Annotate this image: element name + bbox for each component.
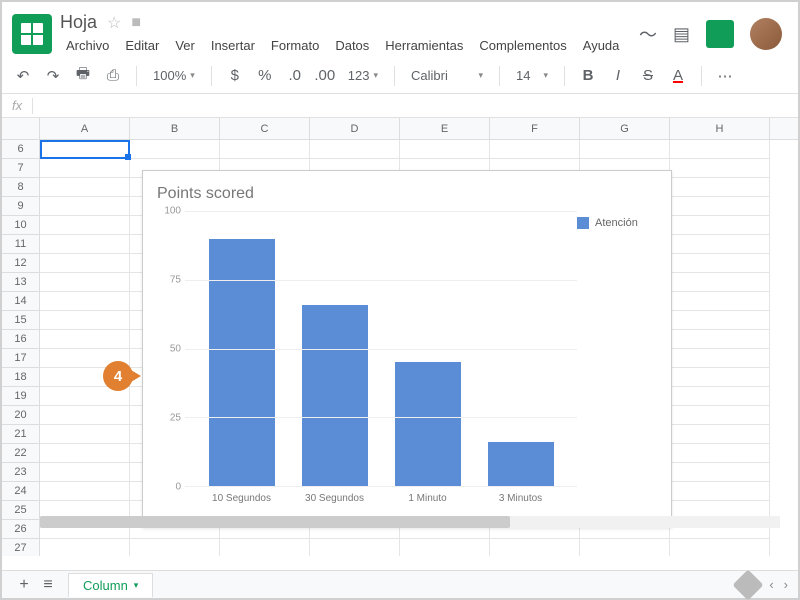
row-header-27[interactable]: 27 [2, 539, 39, 556]
add-sheet-button[interactable]: + [12, 576, 36, 594]
row-header-16[interactable]: 16 [2, 330, 39, 349]
number-format-select[interactable]: 123▾ [344, 68, 382, 83]
bold-button[interactable]: B [577, 65, 599, 87]
chart-bar [395, 362, 461, 486]
redo-button[interactable]: ↷ [42, 65, 64, 87]
more-button[interactable]: ⋯ [714, 65, 736, 87]
chart-bar [488, 442, 554, 486]
row-header-25[interactable]: 25 [2, 501, 39, 520]
row-header-14[interactable]: 14 [2, 292, 39, 311]
menu-ayuda[interactable]: Ayuda [577, 35, 626, 56]
undo-button[interactable]: ↶ [12, 65, 34, 87]
scroll-right-button[interactable]: › [784, 577, 788, 592]
col-header-B[interactable]: B [130, 118, 220, 139]
row-header-24[interactable]: 24 [2, 482, 39, 501]
currency-button[interactable]: $ [224, 65, 246, 87]
toolbar: ↶ ↷ 🖶 ⎙ 100%▾ $ % .0 .00 123▾ Calibri▾ 1… [2, 58, 798, 94]
legend-swatch [577, 217, 589, 229]
text-color-button[interactable]: A [667, 65, 689, 87]
scrollbar-thumb[interactable] [40, 516, 510, 528]
zoom-select[interactable]: 100%▾ [149, 68, 199, 83]
menu-editar[interactable]: Editar [119, 35, 165, 56]
menu-bar: Archivo Editar Ver Insertar Formato Dato… [60, 35, 639, 56]
all-sheets-button[interactable]: ≡ [36, 576, 60, 594]
font-select[interactable]: Calibri▾ [407, 68, 487, 83]
row-header-15[interactable]: 15 [2, 311, 39, 330]
col-header-A[interactable]: A [40, 118, 130, 139]
title-bar: Hoja ☆ ■ Archivo Editar Ver Insertar For… [2, 2, 798, 58]
row-headers: 6789101112131415161718192021222324252627 [2, 140, 40, 556]
activity-icon[interactable]: 〜 [639, 21, 657, 47]
formula-bar[interactable]: fx [2, 94, 798, 118]
col-header-E[interactable]: E [400, 118, 490, 139]
comment-icon[interactable]: ▤ [673, 24, 690, 45]
col-header-C[interactable]: C [220, 118, 310, 139]
decrease-decimal-button[interactable]: .0 [284, 65, 306, 87]
row-header-13[interactable]: 13 [2, 273, 39, 292]
menu-insertar[interactable]: Insertar [205, 35, 261, 56]
menu-complementos[interactable]: Complementos [473, 35, 572, 56]
italic-button[interactable]: I [607, 65, 629, 87]
row-header-22[interactable]: 22 [2, 444, 39, 463]
row-header-6[interactable]: 6 [2, 140, 39, 159]
col-header-G[interactable]: G [580, 118, 670, 139]
legend-label: Atención [595, 217, 638, 229]
column-headers: ABCDEFGH [2, 118, 798, 140]
print-button[interactable]: 🖶 [72, 65, 94, 87]
step-callout: 4 [103, 361, 133, 391]
share-button[interactable] [706, 20, 734, 48]
col-header-D[interactable]: D [310, 118, 400, 139]
font-size-select[interactable]: 14▾ [512, 68, 552, 83]
row-header-23[interactable]: 23 [2, 463, 39, 482]
sheet-tab[interactable]: Column▾ [68, 573, 153, 597]
paint-format-button[interactable]: ⎙ [102, 65, 124, 87]
select-all-corner[interactable] [2, 118, 40, 139]
folder-icon[interactable]: ■ [131, 14, 141, 32]
row-header-26[interactable]: 26 [2, 520, 39, 539]
chart[interactable]: Points scored 0255075100 10 Segundos30 S… [142, 170, 672, 528]
avatar[interactable] [750, 18, 782, 50]
row-header-9[interactable]: 9 [2, 197, 39, 216]
scroll-left-button[interactable]: ‹ [769, 577, 773, 592]
row-header-12[interactable]: 12 [2, 254, 39, 273]
chart-title: Points scored [157, 185, 657, 203]
col-header-F[interactable]: F [490, 118, 580, 139]
increase-decimal-button[interactable]: .00 [314, 65, 336, 87]
chart-plot: 0255075100 10 Segundos30 Segundos1 Minut… [157, 211, 577, 511]
doc-title[interactable]: Hoja [60, 12, 97, 33]
star-icon[interactable]: ☆ [107, 13, 121, 33]
spreadsheet-grid[interactable]: ABCDEFGH 6789101112131415161718192021222… [2, 118, 798, 556]
menu-herramientas[interactable]: Herramientas [379, 35, 469, 56]
chart-bar [302, 305, 368, 487]
row-header-10[interactable]: 10 [2, 216, 39, 235]
row-header-21[interactable]: 21 [2, 425, 39, 444]
row-header-8[interactable]: 8 [2, 178, 39, 197]
explore-button[interactable] [733, 569, 764, 600]
menu-ver[interactable]: Ver [169, 35, 201, 56]
menu-archivo[interactable]: Archivo [60, 35, 115, 56]
row-header-11[interactable]: 11 [2, 235, 39, 254]
col-header-H[interactable]: H [670, 118, 770, 139]
fx-label: fx [12, 98, 22, 113]
row-header-20[interactable]: 20 [2, 406, 39, 425]
row-header-17[interactable]: 17 [2, 349, 39, 368]
horizontal-scrollbar[interactable] [40, 516, 780, 528]
sheets-logo[interactable] [12, 14, 52, 54]
chart-bar [209, 239, 275, 487]
row-header-18[interactable]: 18 [2, 368, 39, 387]
row-header-7[interactable]: 7 [2, 159, 39, 178]
percent-button[interactable]: % [254, 65, 276, 87]
sheet-bar: + ≡ Column▾ ‹ › [2, 570, 798, 598]
chart-legend: Atención [577, 211, 657, 511]
row-header-19[interactable]: 19 [2, 387, 39, 406]
strike-button[interactable]: S [637, 65, 659, 87]
menu-formato[interactable]: Formato [265, 35, 325, 56]
menu-datos[interactable]: Datos [329, 35, 375, 56]
